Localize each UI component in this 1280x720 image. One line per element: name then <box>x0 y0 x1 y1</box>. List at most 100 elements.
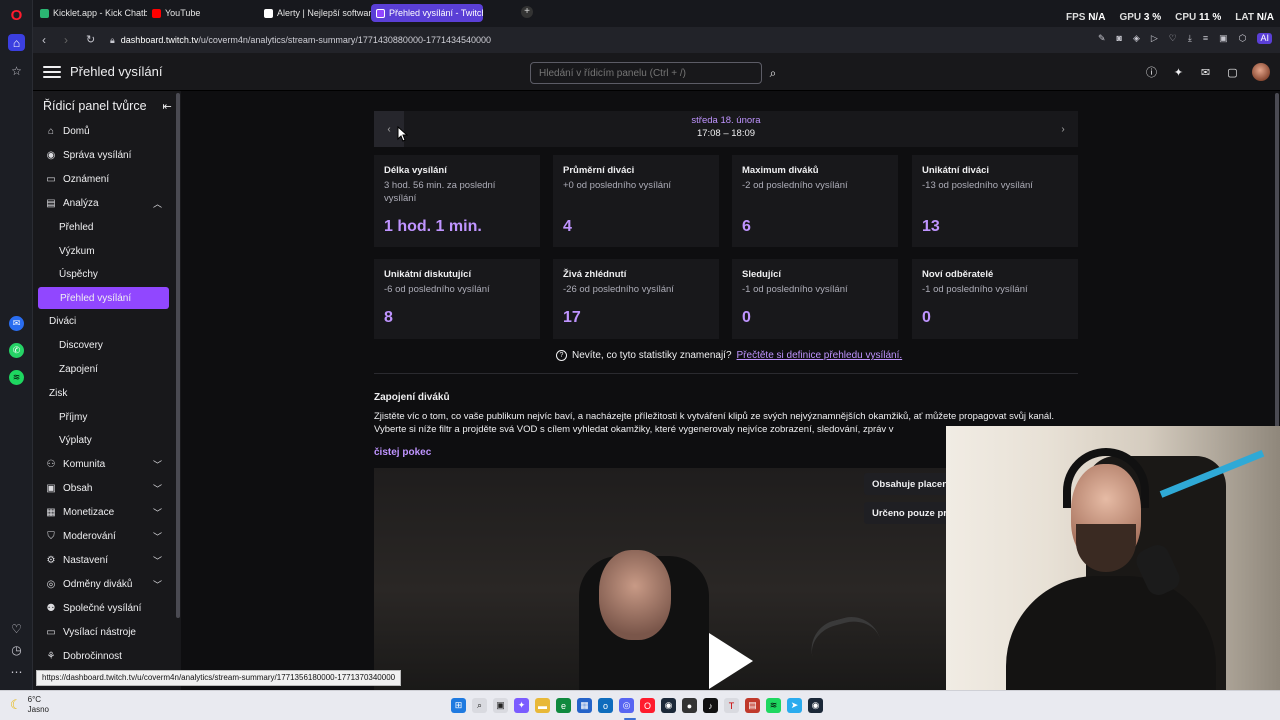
telegram-icon[interactable]: ➤ <box>787 698 802 713</box>
sidebar-item-settings[interactable]: ⚙ Nastavení ﹀ <box>37 549 169 571</box>
sidebar-item-moderation[interactable]: ⛉ Moderování ﹀ <box>37 525 169 547</box>
lat-value: N/A <box>1256 12 1274 23</box>
sidebar-item-viewer-rewards[interactable]: ◎ Odměny diváků ﹀ <box>37 573 169 595</box>
sidebar-item-label: Úspěchy <box>59 268 98 280</box>
heart-icon[interactable]: ♡ <box>1169 33 1177 44</box>
spotify-icon[interactable]: ≋ <box>9 370 24 385</box>
edge-icon[interactable]: e <box>556 698 571 713</box>
tab-alerty[interactable]: Alerty | Nejlepší software p <box>259 4 371 22</box>
sidebar-item-monetization[interactable]: ▦ Monetizace ﹀ <box>37 501 169 523</box>
menu-icon[interactable] <box>43 64 61 80</box>
download-icon[interactable]: ⤓ <box>1188 33 1192 44</box>
extensions-icon[interactable]: ⬡ <box>1239 33 1247 44</box>
opera-logo-icon[interactable]: O <box>8 7 25 24</box>
gpu-stat: GPU 3 % <box>1119 12 1161 23</box>
play-icon[interactable]: ▷ <box>1151 33 1158 44</box>
store-icon[interactable]: ▦ <box>577 698 592 713</box>
sidebar-item-content[interactable]: ▣ Obsah ﹀ <box>37 477 169 499</box>
obs-icon[interactable]: ● <box>682 698 697 713</box>
sidebar-item-engagement[interactable]: Zapojení <box>37 358 169 380</box>
sidebar-item-community[interactable]: ⚇ Komunita ﹀ <box>37 453 169 475</box>
help-icon[interactable]: ⓘ <box>1144 65 1159 80</box>
messenger-icon[interactable]: ✉ <box>9 316 24 331</box>
sidebar-item-label: Oznámení <box>63 173 110 185</box>
sidebar-item-home[interactable]: ⌂ Domů <box>37 120 169 142</box>
sidebar-item-research[interactable]: Výzkum <box>37 240 169 262</box>
new-tab-button[interactable]: + <box>521 6 533 18</box>
windows-taskbar: ☾ 6°C Jasno ⊞ ⌕ ▣ ✦ ▬ e ▦ o ◎ O ◉ ● ♪ T … <box>0 690 1280 720</box>
reload-icon[interactable]: ↻ <box>86 33 95 46</box>
collapse-sidebar-icon[interactable]: ⇤ <box>163 100 172 113</box>
sidebar-item-payouts[interactable]: Výplaty <box>37 429 169 451</box>
shield-icon[interactable]: ◈ <box>1133 33 1140 44</box>
play-icon[interactable] <box>709 633 753 689</box>
engagement-filter[interactable]: čistej pokec <box>374 447 431 458</box>
sidebar-item-broadcast-tools[interactable]: ▭ Vysílací nástroje <box>37 621 169 643</box>
whisper-icon[interactable]: ▢ <box>1225 65 1240 80</box>
sidebar-item-label: Diváci <box>49 315 77 327</box>
forward-icon[interactable]: › <box>64 33 68 47</box>
tiktok-icon[interactable]: ♪ <box>703 698 718 713</box>
sidebar-title: Řídicí panel tvůrce <box>43 99 147 113</box>
twitch-favicon-icon <box>376 8 385 18</box>
edit-icon[interactable]: ✎ <box>1098 33 1106 44</box>
windows-start-icon[interactable]: ⊞ <box>451 698 466 713</box>
history-icon[interactable]: ◷ <box>8 641 25 658</box>
file-explorer-icon[interactable]: ▬ <box>535 698 550 713</box>
menu-icon[interactable]: ≡ <box>1203 33 1208 44</box>
camera-icon[interactable]: ◙ <box>1117 33 1122 44</box>
app-icon[interactable]: ▤ <box>745 698 760 713</box>
back-icon[interactable]: ‹ <box>42 33 46 47</box>
text-app-icon[interactable]: T <box>724 698 739 713</box>
avatar[interactable] <box>1252 63 1270 81</box>
sidebar-item-achievements[interactable]: Úspěchy <box>37 263 169 285</box>
sidebar-item-label: Výplaty <box>59 434 92 446</box>
steam-icon[interactable]: ◉ <box>661 698 676 713</box>
inbox-icon[interactable]: ✉ <box>1198 65 1213 80</box>
rewards-icon: ◎ <box>46 578 56 590</box>
star-icon[interactable]: ☆ <box>8 62 25 79</box>
sidebar-item-stream-manager[interactable]: ◉ Správa vysílání <box>37 144 169 166</box>
sidebar-item-announcements[interactable]: ▭ Oznámení <box>37 168 169 190</box>
weather-condition: Jasno <box>27 705 50 714</box>
chevron-down-icon: ﹀ <box>152 459 162 470</box>
sidebar-item-analytics[interactable]: ▤ Analýza ︿ <box>37 192 169 214</box>
sidebar-item-overview[interactable]: Přehled <box>37 216 169 238</box>
opera-icon[interactable]: O <box>640 698 655 713</box>
tab-kicklet[interactable]: Kicklet.app - Kick Chatbot <box>35 4 147 22</box>
search-icon[interactable]: ⌕ <box>472 698 487 713</box>
outlook-icon[interactable]: o <box>598 698 613 713</box>
next-stream-button[interactable]: › <box>1048 111 1078 147</box>
steam-icon[interactable]: ◉ <box>808 698 823 713</box>
chevron-down-icon: ﹀ <box>152 483 162 494</box>
sidebar-item-discovery[interactable]: Discovery <box>37 334 169 356</box>
sidebar-item-stream-summary[interactable]: Přehled vysílání <box>38 287 169 309</box>
settings-icon: ⚙ <box>46 554 56 566</box>
lat-label: LAT <box>1235 12 1254 23</box>
definitions-link[interactable]: Přečtěte si definice přehledu vysílání. <box>737 350 903 361</box>
sidebar-scrollbar[interactable] <box>176 93 180 618</box>
discord-icon[interactable]: ◎ <box>619 698 634 713</box>
vod-player[interactable]: Obsahuje placen Určeno pouze pr <box>374 468 964 690</box>
whatsapp-icon[interactable]: ✆ <box>9 343 24 358</box>
home-icon[interactable]: ⌂ <box>8 34 25 51</box>
search-input[interactable] <box>530 62 762 84</box>
sidebar-item-charity[interactable]: ⚘ Dobročinnost <box>37 645 169 667</box>
fps-stat: FPS N/A <box>1066 12 1105 23</box>
url-field[interactable]: 🔒︎ dashboard.twitch.tv/u/coverm4n/analyt… <box>110 32 491 48</box>
task-view-icon[interactable]: ▣ <box>493 698 508 713</box>
tab-twitch[interactable]: Přehled vysílání - Twitch <box>371 4 483 22</box>
spotify-icon[interactable]: ≋ <box>766 698 781 713</box>
tab-youtube[interactable]: YouTube <box>147 4 259 22</box>
sparkle-icon[interactable]: ✦ <box>1171 65 1186 80</box>
sidebar-item-income[interactable]: Příjmy <box>37 406 169 428</box>
ai-button[interactable]: AI <box>1257 33 1272 44</box>
search-icon[interactable]: ⌕ <box>763 62 783 84</box>
copilot-icon[interactable]: ✦ <box>514 698 529 713</box>
weather-widget[interactable]: ☾ 6°C Jasno <box>10 695 49 715</box>
heart-icon[interactable]: ♡ <box>8 620 25 637</box>
more-icon[interactable]: ⋯ <box>8 663 25 680</box>
performance-stats: FPS N/A GPU 3 % CPU 11 % LAT N/A <box>1066 12 1274 23</box>
sidebar-item-collab-stream[interactable]: ⚉ Společné vysílání <box>37 597 169 619</box>
wallet-icon[interactable]: ▣ <box>1219 33 1228 44</box>
